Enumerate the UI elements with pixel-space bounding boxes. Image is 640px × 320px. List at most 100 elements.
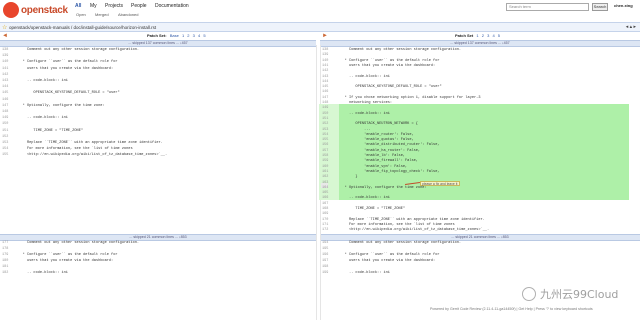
- star-icon[interactable]: ☆: [2, 24, 7, 31]
- patchset-4[interactable]: 4: [198, 33, 200, 38]
- nav-all[interactable]: All: [75, 3, 81, 9]
- line-number[interactable]: 178: [2, 247, 8, 251]
- line-number[interactable]: 147: [322, 96, 328, 100]
- search-input[interactable]: Search term: [506, 3, 589, 11]
- right-arrow-icon[interactable]: ►: [322, 33, 328, 39]
- line-number[interactable]: 158: [322, 154, 328, 158]
- code-line: <http://en.wikipedia.org/wiki/List_of_tz…: [336, 228, 490, 233]
- line-number[interactable]: 148: [2, 110, 8, 114]
- line-number[interactable]: 154: [2, 147, 8, 151]
- logo-text[interactable]: openstack: [21, 5, 68, 16]
- line-number[interactable]: 199: [322, 271, 328, 275]
- patchset-r4[interactable]: 4: [492, 33, 494, 38]
- inline-comment[interactable]: please a fix and leave it: [420, 181, 460, 186]
- line-number[interactable]: 172: [322, 228, 328, 232]
- line-number[interactable]: 138: [322, 48, 328, 52]
- line-number[interactable]: 145: [2, 91, 8, 95]
- nav-projects[interactable]: Projects: [105, 3, 123, 9]
- line-number[interactable]: 170: [322, 218, 328, 222]
- line-number[interactable]: 144: [322, 80, 328, 84]
- line-number[interactable]: 198: [322, 265, 328, 269]
- nav-my[interactable]: My: [90, 3, 97, 9]
- patchset-r5[interactable]: 5: [498, 33, 500, 38]
- line-number[interactable]: 177: [2, 241, 8, 245]
- patchset-5[interactable]: 5: [203, 33, 205, 38]
- nav-people[interactable]: People: [131, 3, 147, 9]
- line-number[interactable]: 195: [322, 247, 328, 251]
- line-number[interactable]: 143: [322, 75, 328, 79]
- line-number[interactable]: 141: [322, 64, 328, 68]
- line-number[interactable]: 161: [322, 170, 328, 174]
- line-number[interactable]: 148: [322, 101, 328, 105]
- line-number[interactable]: 139: [2, 54, 8, 58]
- line-number[interactable]: 197: [322, 259, 328, 263]
- line-number[interactable]: 153: [322, 128, 328, 132]
- line-number[interactable]: 163: [322, 181, 328, 185]
- line-number[interactable]: 167: [322, 202, 328, 206]
- line-number[interactable]: 142: [2, 73, 8, 77]
- line-number[interactable]: 152: [2, 135, 8, 139]
- subnav-merged[interactable]: Merged: [95, 12, 109, 17]
- line-number[interactable]: 154: [322, 133, 328, 137]
- line-number[interactable]: 141: [2, 67, 8, 71]
- line-number[interactable]: 143: [2, 79, 8, 83]
- line-number[interactable]: 165: [322, 191, 328, 195]
- user-menu[interactable]: chen.xing: [614, 3, 633, 8]
- line-number[interactable]: 147: [2, 104, 8, 108]
- skip-common-lines-mid-right[interactable]: ... skipped 21 common lines ... ↓853: [320, 234, 640, 241]
- line-number[interactable]: 151: [322, 117, 328, 121]
- line-number[interactable]: 144: [2, 85, 8, 89]
- line-number[interactable]: 168: [322, 207, 328, 211]
- line-number[interactable]: 180: [2, 259, 8, 263]
- line-number[interactable]: 194: [322, 241, 328, 245]
- line-number[interactable]: 139: [322, 53, 328, 57]
- line-number[interactable]: 155: [322, 138, 328, 142]
- line-number[interactable]: 162: [322, 175, 328, 179]
- line-number[interactable]: 182: [2, 271, 8, 275]
- line-number[interactable]: 156: [322, 143, 328, 147]
- line-number[interactable]: 140: [322, 59, 328, 63]
- line-number[interactable]: 169: [322, 212, 328, 216]
- line-number[interactable]: 159: [322, 159, 328, 163]
- subnav-open[interactable]: Open: [76, 12, 86, 17]
- line-number[interactable]: 166: [322, 196, 328, 200]
- line-number[interactable]: 155: [2, 153, 8, 157]
- openstack-logo-icon[interactable]: [3, 2, 19, 18]
- line-number[interactable]: 150: [2, 122, 8, 126]
- line-number[interactable]: 145: [322, 85, 328, 89]
- line-number[interactable]: 138: [2, 48, 8, 52]
- file-path[interactable]: openstack/openstack-manuals / doc/instal…: [9, 25, 156, 30]
- line-number[interactable]: 146: [322, 90, 328, 94]
- line-number[interactable]: 140: [2, 60, 8, 64]
- line-number[interactable]: 151: [2, 129, 8, 133]
- patchset-3[interactable]: 3: [193, 33, 195, 38]
- line-number[interactable]: 157: [322, 149, 328, 153]
- line-number[interactable]: 164: [322, 186, 328, 190]
- patchset-1[interactable]: 1: [182, 33, 184, 38]
- line-number[interactable]: 196: [322, 253, 328, 257]
- line-number[interactable]: 149: [322, 106, 328, 110]
- skip-common-lines-mid-left[interactable]: ... skipped 21 common lines ... ↓853: [0, 234, 316, 241]
- line-number[interactable]: 181: [2, 265, 8, 269]
- line-number[interactable]: 179: [2, 253, 8, 257]
- line-number[interactable]: 171: [322, 223, 328, 227]
- patchset-r3[interactable]: 3: [487, 33, 489, 38]
- line-number[interactable]: 152: [322, 122, 328, 126]
- patchset-r1[interactable]: 1: [476, 33, 478, 38]
- line-number[interactable]: 160: [322, 165, 328, 169]
- line-number[interactable]: 153: [2, 141, 8, 145]
- file-nav-arrows-icon[interactable]: ◂ ▴ ▸: [626, 24, 636, 30]
- skip-common-lines-top-left[interactable]: ... skipped 137 common lines ... ↓457: [0, 40, 316, 47]
- nav-documentation[interactable]: Documentation: [155, 3, 189, 9]
- line-number[interactable]: 142: [322, 69, 328, 73]
- line-number[interactable]: 150: [322, 112, 328, 116]
- patchset-base[interactable]: Base: [170, 33, 179, 38]
- patchset-r2[interactable]: 2: [482, 33, 484, 38]
- line-number[interactable]: 146: [2, 98, 8, 102]
- line-number[interactable]: 149: [2, 116, 8, 120]
- search-button[interactable]: Search: [592, 3, 608, 11]
- patchset-2[interactable]: 2: [187, 33, 189, 38]
- subnav-abandoned[interactable]: Abandoned: [118, 12, 138, 17]
- skip-common-lines-top-right[interactable]: ... skipped 137 common lines ... ↓457: [320, 40, 640, 47]
- left-arrow-icon[interactable]: ◄: [2, 33, 8, 39]
